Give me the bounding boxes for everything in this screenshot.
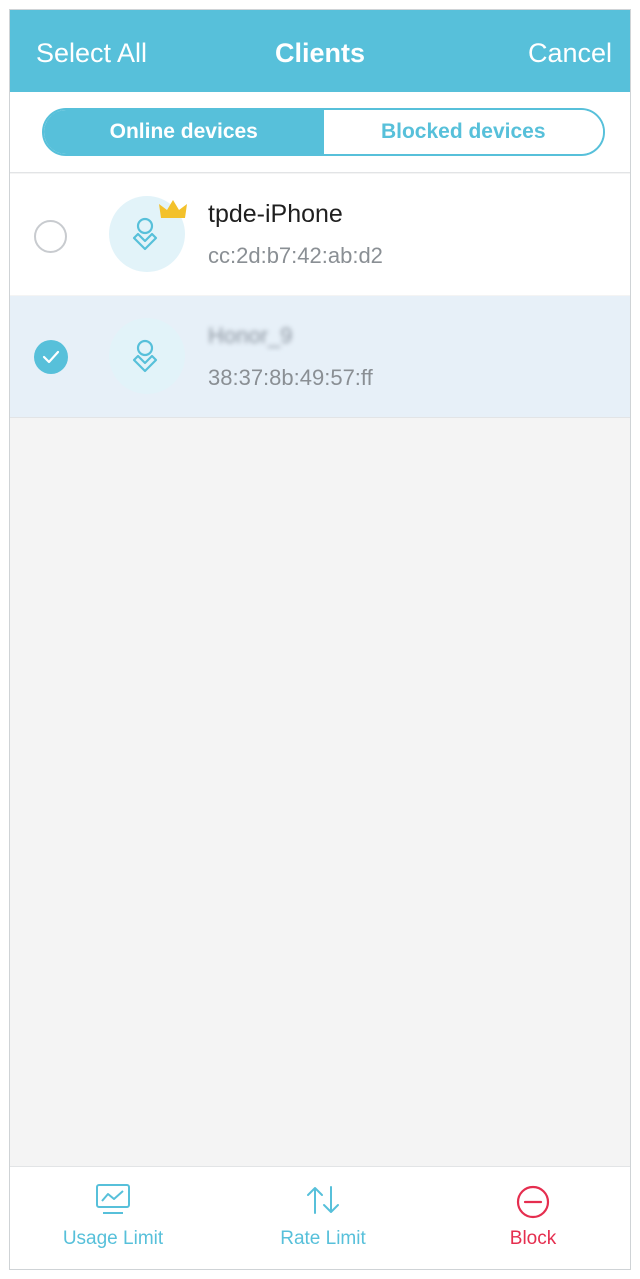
- tab-blocked-devices[interactable]: Blocked devices: [323, 110, 603, 154]
- client-row-selected[interactable]: Honor_9 38:37:8b:49:57:ff: [10, 296, 630, 418]
- top-bar: Select All Clients Cancel: [10, 10, 630, 92]
- client-mac: cc:2d:b7:42:ab:d2: [208, 243, 383, 268]
- tab-online-devices[interactable]: Online devices: [44, 110, 324, 154]
- usage-limit-label: Usage Limit: [62, 1228, 164, 1249]
- unchecked-radio[interactable]: [34, 220, 67, 253]
- client-row[interactable]: tpde-iPhone cc:2d:b7:42:ab:d2: [10, 174, 630, 295]
- block-label: Block: [509, 1228, 557, 1249]
- client-name-blurred: Honor_9: [208, 323, 293, 348]
- segment-area: Online devices Blocked devices: [10, 92, 630, 172]
- rate-limit-button[interactable]: Rate Limit: [243, 1167, 403, 1269]
- client-name: tpde-iPhone: [208, 200, 343, 228]
- bottom-toolbar: Usage Limit Rate Limit Block: [10, 1166, 630, 1269]
- rate-limit-label: Rate Limit: [280, 1228, 366, 1249]
- app-frame: Select All Clients Cancel Online devices…: [9, 9, 631, 1270]
- cancel-button[interactable]: Cancel: [528, 36, 612, 70]
- divider: [10, 172, 630, 173]
- device-segment-control: Online devices Blocked devices: [42, 108, 605, 156]
- up-down-arrows-icon: [307, 1186, 339, 1214]
- crown-icon: [159, 200, 187, 218]
- person-icon: [132, 339, 158, 373]
- checked-radio[interactable]: [34, 340, 68, 374]
- checkmark-icon: [42, 350, 60, 364]
- block-icon: [516, 1185, 550, 1219]
- usage-limit-button[interactable]: Usage Limit: [33, 1167, 193, 1269]
- client-mac: 38:37:8b:49:57:ff: [208, 365, 373, 390]
- client-avatar: [109, 318, 185, 394]
- usage-chart-icon: [96, 1184, 130, 1214]
- block-button[interactable]: Block: [463, 1167, 603, 1269]
